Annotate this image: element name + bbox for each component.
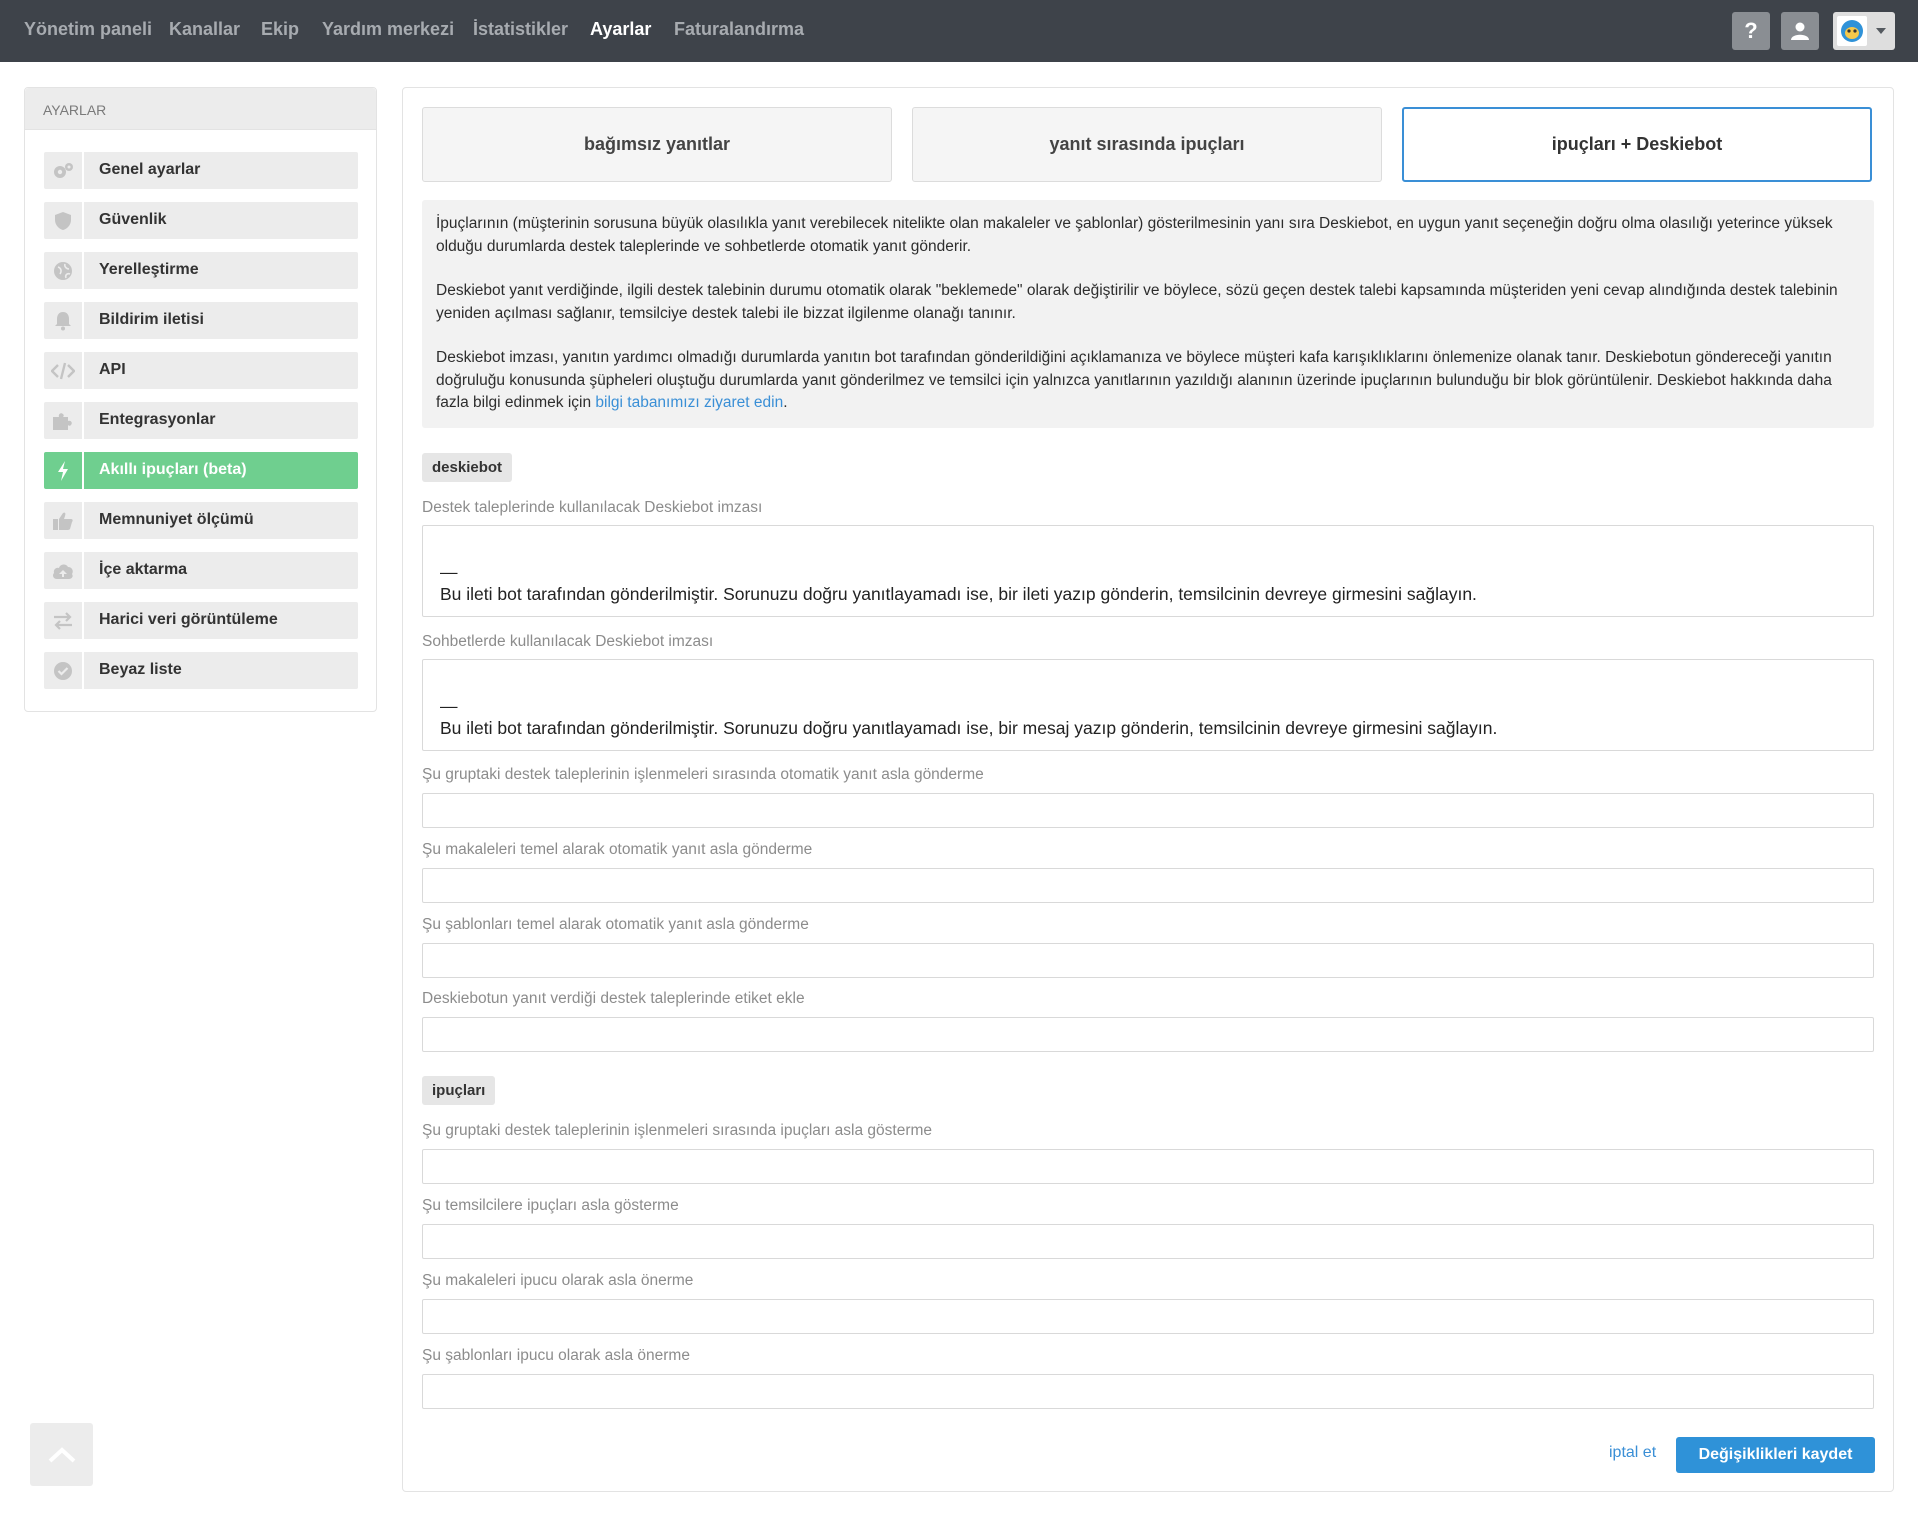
info-description: İpuçlarının (müşterinin sorusuna büyük o… [422, 200, 1874, 428]
gears-icon [44, 152, 84, 189]
sidebar-item-whitelist[interactable]: Beyaz liste [44, 652, 358, 689]
cancel-link[interactable]: iptal et [1609, 1444, 1656, 1462]
help-button[interactable]: ? [1732, 12, 1770, 50]
sidebar-item-label: İçe aktarma [99, 561, 188, 578]
question-icon: ? [1744, 18, 1758, 43]
info-text-end: . [783, 394, 788, 411]
signature-text: Bu ileti bot tarafından gönderilmiştir. … [440, 718, 1498, 738]
hints-agents-label: Şu temsilcilere ipuçları asla gösterme [422, 1197, 679, 1214]
autoreply-templates-label: Şu şablonları temel alarak otomatik yanı… [422, 916, 809, 933]
shield-icon [44, 202, 84, 239]
sidebar-item-label: Entegrasyonlar [99, 411, 216, 428]
sidebar-item-general[interactable]: Genel ayarlar [44, 152, 358, 189]
globe-icon [44, 252, 84, 289]
hints-groups-input[interactable] [422, 1149, 1874, 1184]
tab-standalone-answers[interactable]: bağımsız yanıtlar [422, 107, 892, 182]
chat-signature-label: Sohbetlerde kullanılacak Deskiebot imzas… [422, 633, 714, 650]
nav-settings[interactable]: Ayarlar [590, 19, 651, 40]
signature-separator: — [440, 696, 458, 716]
sidebar-item-security[interactable]: Güvenlik [44, 202, 358, 239]
info-paragraph: İpuçlarının (müşterinin sorusuna büyük o… [436, 215, 1833, 255]
avatar-icon [1841, 20, 1863, 42]
sidebar-item-label: Beyaz liste [99, 661, 182, 678]
hints-templates-input[interactable] [422, 1374, 1874, 1409]
puzzle-icon [44, 402, 84, 439]
knowledge-base-link[interactable]: bilgi tabanımızı ziyaret edin [595, 394, 783, 411]
signature-separator: — [440, 562, 458, 582]
sidebar-item-integrations[interactable]: Entegrasyonlar [44, 402, 358, 439]
save-changes-button[interactable]: Değişiklikleri kaydet [1676, 1437, 1875, 1473]
sidebar-item-label: Memnuniyet ölçümü [99, 511, 254, 528]
tab-hints-while-answering[interactable]: yanıt sırasında ipuçları [912, 107, 1382, 182]
smart-hints-settings-panel: bağımsız yanıtlar yanıt sırasında ipuçla… [402, 87, 1894, 1492]
ticket-signature-field[interactable]: — Bu ileti bot tarafından gönderilmiştir… [422, 525, 1874, 617]
tab-hints-deskiebot[interactable]: ipuçları + Deskiebot [1402, 107, 1872, 182]
sidebar-item-notifications[interactable]: Bildirim iletisi [44, 302, 358, 339]
sidebar-item-label: Harici veri görüntüleme [99, 611, 278, 628]
nav-statistics[interactable]: İstatistikler [473, 19, 568, 40]
bell-icon [44, 302, 84, 339]
sidebar-item-api[interactable]: API [44, 352, 358, 389]
info-paragraph: Deskiebot yanıt verdiğinde, ilgili deste… [436, 282, 1838, 322]
settings-sidebar: AYARLAR Genel ayarlar Güvenlik Yerelleşt… [24, 87, 377, 712]
section-tag-hints: ipuçları [422, 1076, 496, 1105]
nav-channels[interactable]: Kanallar [169, 19, 240, 40]
exchange-icon [44, 602, 84, 639]
sidebar-item-import[interactable]: İçe aktarma [44, 552, 358, 589]
signature-text: Bu ileti bot tarafından gönderilmiştir. … [440, 584, 1477, 604]
sidebar-item-label: Güvenlik [99, 211, 167, 228]
autoreply-groups-input[interactable] [422, 793, 1874, 828]
user-icon [1791, 22, 1809, 40]
hints-articles-label: Şu makaleleri ipucu olarak asla önerme [422, 1272, 694, 1289]
nav-billing[interactable]: Faturalandırma [674, 19, 804, 40]
chevron-down-icon [1876, 28, 1886, 34]
scroll-to-top-button[interactable] [30, 1423, 93, 1486]
hints-articles-input[interactable] [422, 1299, 1874, 1334]
code-icon [44, 352, 84, 389]
profile-button[interactable] [1781, 12, 1819, 50]
autoreply-tags-label: Deskiebotun yanıt verdiği destek taleple… [422, 990, 805, 1007]
sidebar-item-external-data[interactable]: Harici veri görüntüleme [44, 602, 358, 639]
sidebar-item-satisfaction[interactable]: Memnuniyet ölçümü [44, 502, 358, 539]
autoreply-templates-input[interactable] [422, 943, 1874, 978]
sidebar-item-label: Bildirim iletisi [99, 311, 204, 328]
autoreply-articles-input[interactable] [422, 868, 1874, 903]
ticket-signature-label: Destek taleplerinde kullanılacak Deskieb… [422, 499, 763, 516]
nav-help-center[interactable]: Yardım merkezi [322, 19, 454, 40]
sidebar-item-label: API [99, 361, 126, 378]
info-paragraph: Deskiebot imzası, yanıtın yardımcı olmad… [436, 347, 1860, 415]
section-tag-deskiebot: deskiebot [422, 453, 513, 482]
avatar [1837, 16, 1867, 46]
check-badge-icon [44, 652, 84, 689]
autoreply-tags-input[interactable] [422, 1017, 1874, 1052]
chevron-up-icon [48, 1446, 75, 1462]
chat-signature-field[interactable]: — Bu ileti bot tarafından gönderilmiştir… [422, 659, 1874, 751]
bolt-icon [44, 452, 84, 489]
sidebar-item-localization[interactable]: Yerelleştirme [44, 252, 358, 289]
hints-groups-label: Şu gruptaki destek taleplerinin işlenmel… [422, 1122, 933, 1139]
sidebar-item-label: Akıllı ipuçları (beta) [99, 461, 247, 478]
sidebar-title: AYARLAR [25, 88, 376, 130]
account-menu-button[interactable] [1833, 12, 1895, 50]
hints-templates-label: Şu şablonları ipucu olarak asla önerme [422, 1347, 690, 1364]
sidebar-item-smart-hints[interactable]: Akıllı ipuçları (beta) [44, 452, 358, 489]
sidebar-item-label: Yerelleştirme [99, 261, 199, 278]
nav-team[interactable]: Ekip [261, 19, 299, 40]
autoreply-groups-label: Şu gruptaki destek taleplerinin işlenmel… [422, 766, 984, 783]
nav-dashboard[interactable]: Yönetim paneli [24, 19, 152, 40]
hints-agents-input[interactable] [422, 1224, 1874, 1259]
top-navigation-bar: Yönetim paneli Kanallar Ekip Yardım merk… [0, 0, 1918, 62]
sidebar-item-label: Genel ayarlar [99, 161, 201, 178]
cloud-upload-icon [44, 552, 84, 589]
autoreply-articles-label: Şu makaleleri temel alarak otomatik yanı… [422, 841, 813, 858]
thumbs-up-icon [44, 502, 84, 539]
